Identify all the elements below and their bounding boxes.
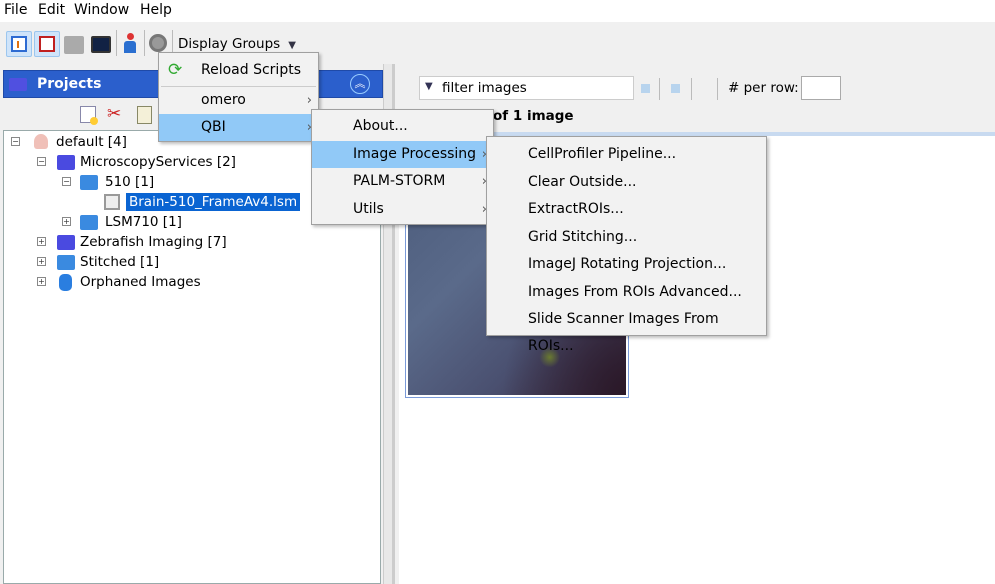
toggle-icon[interactable]	[641, 84, 650, 93]
grid-icon[interactable]	[64, 36, 84, 54]
tree-view-icon	[11, 36, 27, 52]
edit-icon	[39, 36, 55, 52]
menu-item-palm-storm[interactable]: PALM-STORM ›	[312, 168, 493, 195]
projects-title: Projects	[37, 76, 102, 92]
collapse-toggle-icon[interactable]: −	[37, 157, 46, 166]
database-icon	[59, 274, 72, 291]
collapse-icon[interactable]: ︽	[350, 74, 370, 94]
image-icon	[104, 194, 120, 210]
dataset-icon	[80, 175, 98, 190]
menu-bar: File Edit Window Help	[0, 0, 995, 22]
menu-item-about[interactable]: About...	[312, 113, 493, 140]
menu-item-utils[interactable]: Utils ›	[312, 196, 493, 223]
chevron-down-icon: ▼	[288, 40, 296, 51]
menu-item-cellprofiler[interactable]: CellProfiler Pipeline...	[487, 141, 766, 168]
paste-icon[interactable]	[137, 106, 152, 124]
menu-item-omero[interactable]: omero ›	[159, 87, 318, 114]
menu-window[interactable]: Window	[74, 2, 129, 18]
menu-help[interactable]: Help	[140, 2, 172, 18]
expand-toggle-icon[interactable]: +	[62, 217, 71, 226]
collapse-toggle-icon[interactable]: −	[11, 137, 20, 146]
edit-button[interactable]	[34, 31, 60, 57]
menu-item-extract-rois[interactable]: ExtractROIs...	[487, 196, 766, 223]
toggle-icon[interactable]	[671, 84, 680, 93]
dataset-icon	[57, 255, 75, 270]
display-groups-label: Display Groups	[178, 36, 281, 52]
menu-item-reload-scripts[interactable]: ⟳ Reload Scripts	[159, 55, 318, 85]
collapse-toggle-icon[interactable]: −	[62, 177, 71, 186]
filter-images-input[interactable]: ▼ filter images	[419, 76, 634, 100]
project-folder-icon	[57, 155, 75, 170]
dataset-icon	[80, 215, 98, 230]
menu-item-imagej-rotating-projection[interactable]: ImageJ Rotating Projection...	[487, 251, 766, 278]
scripts-menu: ⟳ Reload Scripts omero › QBI ›	[158, 52, 319, 142]
qbi-menu: About... Image Processing › PALM-STORM › U…	[311, 109, 494, 225]
menu-item-grid-stitching[interactable]: Grid Stitching...	[487, 224, 766, 251]
per-row-input[interactable]	[801, 76, 841, 100]
folder-icon	[9, 78, 27, 91]
image-count: of 1 image	[493, 108, 574, 124]
menu-file[interactable]: File	[4, 2, 27, 18]
scripts-gear-icon[interactable]	[149, 34, 167, 52]
menu-item-slide-scanner-images[interactable]: Slide Scanner Images From ROIs...	[487, 306, 766, 354]
display-groups-button[interactable]: Display Groups ▼	[178, 36, 296, 52]
new-icon[interactable]	[80, 106, 98, 125]
expand-toggle-icon[interactable]: +	[37, 257, 46, 266]
expand-toggle-icon[interactable]: +	[37, 277, 46, 286]
refresh-icon: ⟳	[168, 60, 183, 80]
menu-item-image-processing[interactable]: Image Processing ›	[312, 141, 493, 168]
user-icon	[34, 134, 48, 149]
expand-toggle-icon[interactable]: +	[37, 237, 46, 246]
tree-view-button[interactable]	[6, 31, 32, 57]
menu-item-qbi[interactable]: QBI ›	[159, 114, 318, 141]
menu-edit[interactable]: Edit	[38, 2, 65, 18]
project-folder-icon	[57, 235, 75, 250]
people-icon[interactable]	[122, 33, 138, 55]
cut-icon[interactable]: ✂	[107, 104, 121, 124]
menu-item-images-from-rois-advanced[interactable]: Images From ROIs Advanced...	[487, 279, 766, 306]
per-row-label: # per row:	[728, 80, 799, 96]
menu-item-clear-outside[interactable]: Clear Outside...	[487, 169, 766, 196]
dropdown-arrow-icon: ▼	[425, 81, 433, 92]
screen-icon[interactable]	[91, 36, 111, 53]
image-processing-menu: CellProfiler Pipeline... Clear Outside..…	[486, 136, 767, 354]
